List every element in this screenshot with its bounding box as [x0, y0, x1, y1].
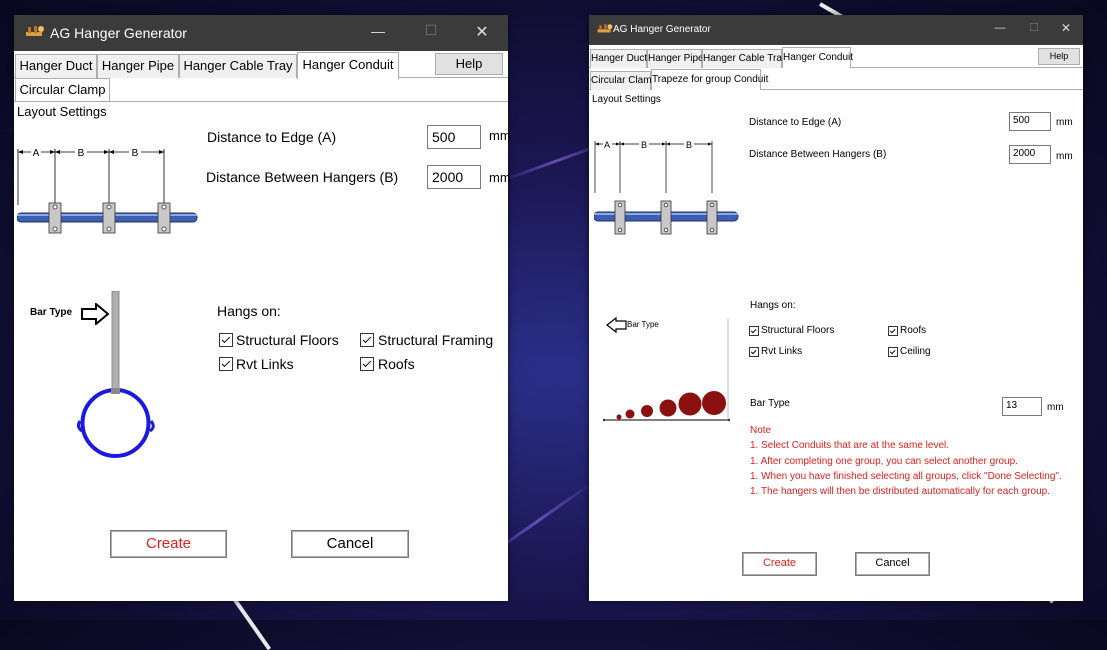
- app-icon: [596, 22, 614, 38]
- circular-clamp-diagram: [76, 291, 155, 458]
- tab-hanger-cable-tray[interactable]: Hanger Cable Tray: [179, 54, 297, 78]
- tab-hanger-pipe[interactable]: Hanger Pipe: [97, 54, 179, 78]
- dim-b-text: B: [686, 140, 692, 150]
- hangs-on-label: Hangs on:: [217, 303, 281, 319]
- hangs-on-label: Hangs on:: [750, 300, 796, 311]
- checkbox-label-roofs: Roofs: [378, 356, 415, 372]
- checkbox-ceiling[interactable]: [888, 347, 898, 357]
- close-button[interactable]: ✕: [1057, 21, 1075, 35]
- distance-edge-label: Distance to Edge (A): [749, 117, 842, 128]
- close-button[interactable]: ✕: [470, 22, 494, 42]
- bar-type-label: Bar Type: [750, 398, 790, 409]
- maximize-button[interactable]: ☐: [419, 22, 443, 39]
- distance-edge-label: Distance to Edge (A): [207, 129, 337, 145]
- hanger-spacing-diagram: A B B: [594, 139, 739, 235]
- checkbox-rvt-links[interactable]: [749, 347, 759, 357]
- app-icon: [24, 24, 46, 42]
- checkbox-label-structural-floors: Structural Floors: [236, 332, 339, 348]
- note-line: 1. Select Conduits that are at the same …: [750, 440, 949, 451]
- checkbox-label-roofs: Roofs: [900, 325, 927, 336]
- distance-edge-unit: mm: [1056, 117, 1073, 128]
- layout-settings-label: Layout Settings: [17, 104, 107, 119]
- help-button[interactable]: Help: [435, 53, 503, 75]
- distance-between-label: Distance Between Hangers (B): [206, 169, 399, 185]
- window-title: AG Hanger Generator: [613, 24, 711, 35]
- create-button[interactable]: Create: [742, 552, 817, 576]
- background-streak: [233, 598, 272, 650]
- title-bar[interactable]: AG Hanger Generator — ☐ ✕: [589, 15, 1083, 45]
- distance-between-unit: mm: [489, 170, 511, 185]
- dim-b-text: B: [132, 148, 139, 159]
- note-line: 1. After completing one group, you can s…: [750, 456, 1018, 467]
- tab-circular-clamp[interactable]: Circular Clamp: [15, 78, 110, 101]
- checkbox-rvt-links[interactable]: [219, 357, 233, 371]
- note-line: 1. The hangers will then be distributed …: [750, 486, 1050, 497]
- distance-edge-unit: mm: [489, 128, 511, 143]
- distance-between-label: Distance Between Hangers (B): [749, 149, 887, 160]
- distance-between-input[interactable]: 2000: [1009, 145, 1051, 164]
- note-line: 1. When you have finished selecting all …: [750, 471, 1062, 482]
- checkbox-structural-framing[interactable]: [360, 333, 374, 347]
- checkbox-structural-floors[interactable]: [219, 333, 233, 347]
- bar-type-input[interactable]: 13: [1002, 397, 1042, 416]
- tab-hanger-cable-tray[interactable]: Hanger Cable Tray: [702, 49, 787, 68]
- hanger-spacing-diagram: A B B: [17, 146, 198, 234]
- right-window: AG Hanger Generator — ☐ ✕ Hanger Duct Ha…: [589, 15, 1083, 601]
- tab-hanger-duct[interactable]: Hanger Duct: [590, 49, 647, 68]
- distance-between-input[interactable]: 2000: [427, 165, 481, 189]
- tab-hanger-pipe[interactable]: Hanger Pipe: [647, 49, 704, 68]
- left-window: AG Hanger Generator — ☐ ✕ Hanger Duct Ha…: [14, 15, 511, 601]
- dim-a-text: A: [604, 140, 610, 150]
- checkbox-label-rvt-links: Rvt Links: [761, 346, 803, 357]
- note-title: Note: [750, 425, 772, 436]
- checkbox-label-structural-framing: Structural Framing: [378, 332, 494, 348]
- checkbox-label-ceiling: Ceiling: [900, 346, 931, 357]
- tab-hanger-duct[interactable]: Hanger Duct: [15, 54, 97, 78]
- checkbox-label-structural-floors: Structural Floors: [761, 325, 835, 336]
- layout-settings-label: Layout Settings: [592, 94, 661, 105]
- cancel-button[interactable]: Cancel: [855, 552, 930, 576]
- checkbox-structural-floors[interactable]: [749, 326, 759, 336]
- create-button[interactable]: Create: [110, 530, 227, 558]
- minimize-button[interactable]: —: [366, 23, 390, 39]
- checkbox-roofs[interactable]: [360, 357, 374, 371]
- bar-type-image-label: Bar Type: [30, 307, 73, 318]
- help-button[interactable]: Help: [1038, 48, 1080, 65]
- bar-type-unit: mm: [1047, 402, 1064, 413]
- dim-b-text: B: [641, 140, 647, 150]
- tab-trapeze-group-conduit[interactable]: Trapeze for group Conduit: [651, 69, 768, 90]
- distance-edge-input[interactable]: 500: [1009, 112, 1051, 131]
- minimize-button[interactable]: —: [991, 22, 1009, 34]
- distance-between-unit: mm: [1056, 151, 1073, 162]
- dim-a-text: A: [33, 148, 40, 159]
- cancel-button[interactable]: Cancel: [291, 530, 409, 558]
- checkbox-roofs[interactable]: [888, 326, 898, 336]
- checkbox-label-rvt-links: Rvt Links: [236, 356, 294, 372]
- title-bar[interactable]: AG Hanger Generator — ☐ ✕: [14, 15, 508, 51]
- distance-edge-input[interactable]: 500: [427, 125, 481, 149]
- tab-hanger-conduit[interactable]: Hanger Conduit: [782, 47, 853, 68]
- window-title: AG Hanger Generator: [50, 25, 187, 41]
- tab-circular-clamp[interactable]: Circular Clamp: [590, 71, 657, 90]
- tab-hanger-conduit[interactable]: Hanger Conduit: [297, 52, 399, 79]
- dim-b-text: B: [78, 148, 85, 159]
- conduit-group-diagram: [603, 319, 731, 422]
- maximize-button[interactable]: ☐: [1025, 21, 1043, 34]
